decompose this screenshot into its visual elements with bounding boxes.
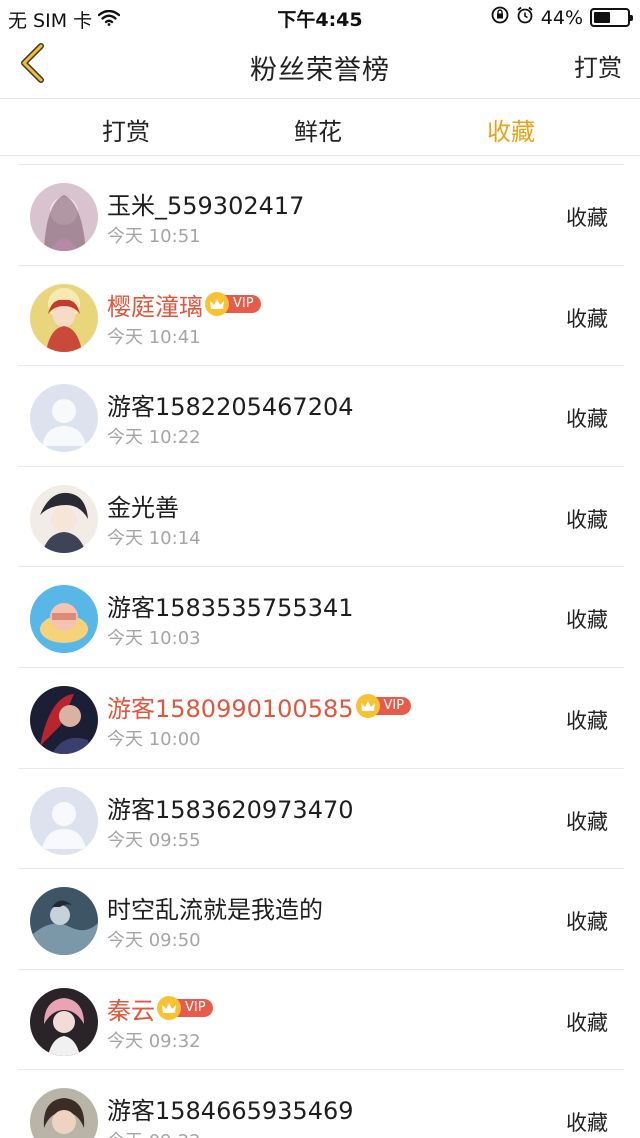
fan-time: 今天 10:41 — [107, 326, 201, 348]
avatar — [30, 786, 98, 855]
crown-icon — [205, 292, 229, 317]
battery-percent: 44% — [540, 6, 583, 29]
avatar — [30, 987, 98, 1056]
fan-time: 今天 10:03 — [107, 628, 201, 650]
battery-icon — [590, 8, 633, 27]
avatar — [30, 183, 98, 251]
list-item[interactable]: 秦云 VIP 今天 09:32 收藏 — [18, 970, 624, 1071]
avatar — [30, 384, 98, 453]
fan-time: 今天 10:51 — [107, 226, 201, 247]
list-item[interactable]: 时空乱流就是我造的 今天 09:50 收藏 — [18, 869, 624, 970]
list-item[interactable]: 游客1583620973470 今天 09:55 收藏 — [18, 769, 624, 870]
action-label: 收藏 — [566, 407, 608, 432]
tab-bar: 打赏 鲜花 收藏 — [0, 98, 640, 156]
fan-time: 今天 09:55 — [107, 829, 201, 851]
tab-favorites[interactable]: 收藏 — [451, 112, 571, 147]
fan-name: 游客1580990100585 VIP — [107, 689, 412, 724]
tab-reward[interactable]: 打赏 — [66, 112, 186, 147]
avatar — [30, 484, 98, 553]
fan-time: 今天 09:22 — [107, 1127, 201, 1138]
action-label: 收藏 — [566, 708, 608, 733]
fan-name: 樱庭潼璃 VIP — [107, 287, 261, 322]
fan-time: 今天 10:22 — [107, 427, 201, 449]
list-item[interactable]: 游客1584665935469 今天 09:22 收藏 — [18, 1070, 624, 1138]
battery-level — [594, 12, 610, 23]
list-item[interactable]: 金光善 今天 10:14 收藏 — [18, 467, 624, 568]
action-label: 收藏 — [566, 507, 608, 532]
vip-badge: VIP — [157, 996, 213, 1021]
action-label: 收藏 — [566, 1111, 608, 1136]
action-label: 收藏 — [566, 1010, 608, 1035]
fan-name: 时空乱流就是我造的 — [107, 896, 323, 925]
list-item[interactable]: 樱庭潼璃 VIP 今天 10:41 收藏 — [18, 266, 624, 367]
fan-name: 游客1583535755341 — [107, 594, 354, 623]
avatar — [30, 685, 98, 754]
fan-name: 游客1583620973470 — [107, 795, 354, 824]
status-bar: 无 SIM 卡 下午4:45 44% — [0, 0, 640, 34]
action-label: 收藏 — [566, 608, 608, 633]
vip-badge: VIP — [355, 694, 412, 719]
avatar — [30, 887, 98, 956]
nav-bar: 粉丝荣誉榜 打赏 — [0, 34, 640, 98]
crown-icon — [355, 694, 380, 719]
alarm-icon — [516, 6, 534, 29]
avatar — [30, 283, 98, 352]
list-item[interactable]: 游客1580990100585 VIP 今天 10:00 收藏 — [18, 668, 624, 769]
action-label: 收藏 — [566, 306, 608, 331]
fan-time: 今天 10:00 — [107, 728, 201, 750]
fan-name: 秦云 VIP — [107, 991, 213, 1026]
fan-name: 玉米_559302417 — [107, 192, 305, 220]
rotation-lock-icon — [491, 6, 509, 29]
reward-button[interactable]: 打赏 — [574, 48, 622, 83]
status-indicators: 44% — [491, 6, 633, 29]
fan-name: 游客1584665935469 — [107, 1097, 354, 1126]
fan-name: 游客1582205467204 — [107, 393, 354, 422]
avatar — [30, 585, 98, 654]
page-title: 粉丝荣誉榜 — [250, 55, 390, 86]
list-item[interactable]: 游客1582205467204 今天 10:22 收藏 — [18, 366, 624, 467]
tab-flowers[interactable]: 鲜花 — [258, 112, 378, 147]
list-item[interactable]: 游客1583535755341 今天 10:03 收藏 — [18, 567, 624, 668]
fan-time: 今天 10:14 — [107, 527, 201, 549]
fan-list: 玉米_559302417 今天 10:51 收藏 樱庭潼璃 VIP 今天 10:… — [18, 164, 624, 1138]
action-label: 收藏 — [566, 809, 608, 834]
fan-name: 金光善 — [107, 493, 179, 522]
list-item[interactable]: 玉米_559302417 今天 10:51 收藏 — [18, 165, 624, 266]
fan-time: 今天 09:32 — [107, 1030, 201, 1052]
action-label: 收藏 — [566, 206, 608, 230]
action-label: 收藏 — [566, 910, 608, 935]
fan-time: 今天 09:50 — [107, 930, 201, 952]
vip-badge: VIP — [205, 292, 261, 317]
avatar — [30, 1088, 98, 1138]
